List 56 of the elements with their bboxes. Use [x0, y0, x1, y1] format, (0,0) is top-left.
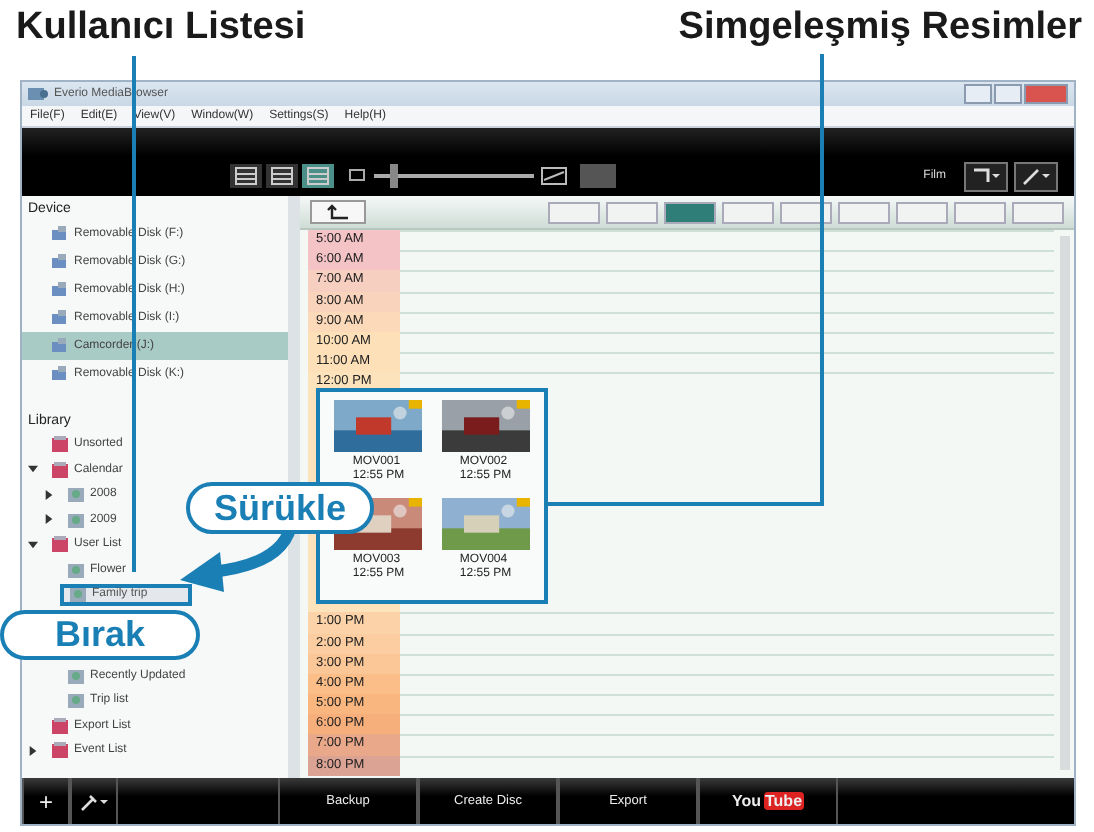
edit-dropdown[interactable] [1014, 161, 1058, 191]
scale-button[interactable] [606, 201, 658, 223]
expander-icon[interactable] [44, 489, 54, 500]
scale-button[interactable] [664, 201, 716, 223]
album-icon [68, 584, 88, 605]
drive-icon [50, 252, 70, 272]
scale-button[interactable] [838, 201, 890, 223]
list-icon [234, 166, 258, 186]
wrench-icon [78, 791, 110, 811]
album-icon [66, 665, 86, 686]
drive-icon [50, 336, 70, 356]
scale-button[interactable] [954, 201, 1006, 223]
slider-thumb[interactable] [390, 164, 398, 188]
drive-icon [50, 308, 70, 328]
scale-button[interactable] [896, 201, 948, 223]
scale-button[interactable] [722, 201, 774, 223]
list-icon [306, 166, 330, 186]
drive-icon [50, 280, 70, 300]
list-icon [270, 166, 294, 186]
album-icon [66, 484, 86, 505]
callout-bubble: Sürükle [186, 482, 374, 534]
youtube-button[interactable]: You Tube [698, 778, 838, 824]
annotation-label: Kullanıcı Listesi [16, 4, 306, 52]
callout-bubble: Bırak [0, 610, 200, 660]
large-image-icon [540, 166, 568, 186]
album-icon [66, 690, 86, 711]
folder-icon [50, 434, 70, 455]
view-button[interactable] [266, 164, 298, 188]
folder-icon [50, 740, 70, 761]
annotation-label: Simgeleşmiş Resimler [678, 4, 1082, 52]
folder-icon [50, 715, 70, 736]
tools-button[interactable] [70, 778, 118, 824]
scale-button[interactable] [548, 201, 600, 223]
view-button[interactable] [230, 164, 262, 188]
filter-dropdown[interactable] [964, 161, 1008, 191]
dropdown-icon [970, 166, 1002, 186]
album-icon [66, 509, 86, 530]
album-icon [66, 559, 86, 580]
folder-icon [50, 534, 70, 555]
pen-icon [1020, 166, 1052, 186]
maximize-button[interactable] [994, 84, 1022, 104]
small-image-icon [348, 168, 368, 184]
drive-icon [50, 364, 70, 384]
up-button[interactable] [310, 200, 366, 224]
scale-button[interactable] [780, 201, 832, 223]
add-button[interactable]: + [22, 778, 70, 824]
expander-icon[interactable] [28, 464, 38, 475]
folder-icon [50, 459, 70, 480]
expander-icon[interactable] [28, 539, 38, 550]
app-icon [28, 86, 48, 102]
expander-icon[interactable] [28, 745, 38, 756]
minimize-button[interactable] [964, 84, 992, 104]
drive-icon [50, 224, 70, 244]
up-arrow-icon [326, 204, 350, 220]
scale-button[interactable] [1012, 201, 1064, 223]
expander-icon[interactable] [44, 514, 54, 525]
